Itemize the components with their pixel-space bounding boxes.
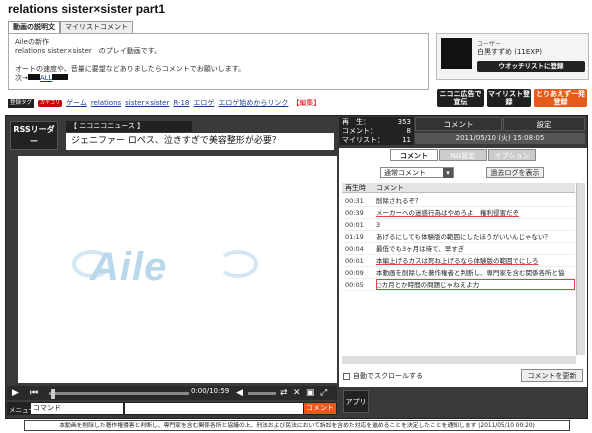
comment-row[interactable]: 00:05 ○カ月とか時間の問題じゃねえよ力 (342, 279, 575, 291)
header-tab-comment[interactable]: コメント (415, 117, 502, 131)
comment-toggle-icon[interactable]: ✕ (293, 386, 301, 400)
chevron-down-icon: ▾ (443, 168, 453, 178)
stats-panel: 再 生： 353 コメント： 8 マイリスト： 11 (339, 117, 414, 145)
screen-mode-icon[interactable]: ▣ (306, 386, 315, 400)
tag-link[interactable]: エロゲ始めからリンク (218, 98, 288, 108)
tag-link[interactable]: ゲーム (66, 98, 87, 108)
views-label: 再 生： (342, 118, 370, 126)
description-line: Aileの新作 (15, 38, 49, 46)
comment-filter-select[interactable]: 通常コメント ▾ (380, 167, 454, 178)
views-count: 353 (397, 118, 411, 126)
aile-logo: Aile (90, 245, 168, 289)
repeat-icon[interactable]: ⇄ (280, 386, 288, 400)
command-input[interactable]: コマンド (31, 403, 123, 414)
avatar[interactable] (441, 38, 472, 69)
col-time-header[interactable]: 再生時 (342, 183, 376, 193)
tag-label: 登録タグ (8, 98, 35, 108)
tab-options[interactable]: オプション (488, 149, 536, 161)
video-title: relations sister×sister part1 (8, 2, 166, 16)
comment-vertical-scrollbar[interactable] (576, 183, 585, 355)
time-display: 0:00/10:59 (191, 387, 230, 395)
comment-row[interactable]: 00:31 削除されるぞ？ (342, 195, 575, 207)
tag-link[interactable]: R-18 (173, 99, 189, 107)
tab-description[interactable]: 動画の説明文 (8, 21, 60, 33)
tab-comment[interactable]: コメント (390, 149, 438, 161)
comment-row[interactable]: 00:01 3 (342, 219, 575, 231)
seek-bar[interactable] (49, 392, 189, 395)
senden-button[interactable]: ニコニ広告で宣伝 (437, 89, 484, 107)
uploader-name[interactable]: 白黒すずめ (11EXP) (477, 47, 542, 57)
tab-ng-settings[interactable]: NG設定 (439, 149, 487, 161)
mylist-count: 11 (402, 136, 411, 144)
header-tab-settings[interactable]: 設定 (503, 117, 585, 131)
comment-row[interactable]: 00:01 本編上げるカスは死ね上げるなら体験版の範囲でにしろ (342, 255, 575, 267)
next-link[interactable]: ALL (40, 74, 53, 82)
play-icon[interactable]: ▶ (12, 386, 19, 400)
comment-row[interactable]: 00:09 本動画を削除した著作権者と判断し、専門家を含む関係各所と協 (342, 267, 575, 279)
comment-submit-button[interactable]: コメント (304, 403, 336, 414)
refresh-comments-button[interactable]: コメントを更新 (521, 369, 583, 382)
watchlist-button[interactable]: ウオッチリストに登録 (477, 61, 585, 72)
volume-slider[interactable] (248, 392, 276, 395)
wing-right-icon (218, 250, 258, 278)
comment-horizontal-scrollbar[interactable] (342, 356, 576, 364)
comment-list-header: 再生時 コメント (342, 183, 575, 193)
video-screen[interactable] (18, 156, 337, 383)
rss-reader-button[interactable]: RSSリーダー (10, 121, 58, 150)
mylist-label: マイリスト： (342, 136, 384, 144)
past-log-button[interactable]: 過去ログを表示 (486, 167, 544, 178)
auto-scroll-option[interactable]: 自動でスクロールする (343, 371, 423, 381)
tag-link[interactable]: relations (91, 99, 121, 107)
description-line: relations sister×sister のプレイ動画です。 (15, 47, 162, 55)
tag-link[interactable]: sister×sister (125, 99, 169, 107)
volume-icon[interactable]: ◀ (236, 386, 243, 400)
comments-label: コメント： (342, 127, 377, 135)
comment-row[interactable]: 00:04 最低でも3ヶ月は待て、早すぎ (342, 243, 575, 255)
description-box: Aileの新作 relations sister×sister のプレイ動画です… (8, 33, 429, 90)
comment-input[interactable] (125, 403, 303, 414)
description-next: 次→ ALL (15, 74, 422, 83)
news-label: 【 ニコニコニュース 】 (66, 121, 192, 132)
seek-handle[interactable] (51, 389, 55, 399)
rewind-icon[interactable]: ⏮ (30, 386, 38, 400)
tag-edit-link[interactable]: 【編集】 (292, 98, 320, 108)
tab-mylist-comment[interactable]: マイリストコメント (60, 21, 133, 33)
datetime-display: 2011/05/10 (火) 15:08:05 (415, 133, 585, 144)
category-lock-badge: カテゴリ (38, 99, 63, 107)
description-line: オートの速度や、音量に要望などありましたらコメントでお願いします。 (15, 65, 246, 73)
comment-row[interactable]: 01:19 あげるにしても体験版の範囲にしたほうがいいんじゃない？ (342, 231, 575, 243)
quick-mylist-button[interactable]: とりあえず一発登録 (534, 89, 587, 107)
tag-row: 登録タグ カテゴリ ゲーム relations sister×sister R-… (8, 98, 320, 108)
app-button[interactable]: アプリ (343, 390, 369, 413)
tag-link[interactable]: エロゲ (193, 98, 214, 108)
news-headline[interactable]: ジェニファー ロペス、泣きすぎで美容整形が必要？ (66, 133, 334, 150)
col-comment-header[interactable]: コメント (376, 184, 404, 192)
auto-scroll-checkbox[interactable] (343, 372, 350, 380)
description-line (15, 56, 422, 65)
comments-count: 8 (406, 127, 411, 135)
deletion-notice: 本動画を削除した著作権侵害と判断し、専門家を含む関係各所と協議の上、刑法および民… (24, 420, 570, 431)
mylist-add-button[interactable]: マイリスト登録 (487, 89, 531, 107)
fullscreen-icon[interactable]: ⤢ (320, 386, 327, 400)
comment-row[interactable]: 00:39 メーカーへの迷惑行為はやめろよ 権利侵害だぞ (342, 207, 575, 219)
